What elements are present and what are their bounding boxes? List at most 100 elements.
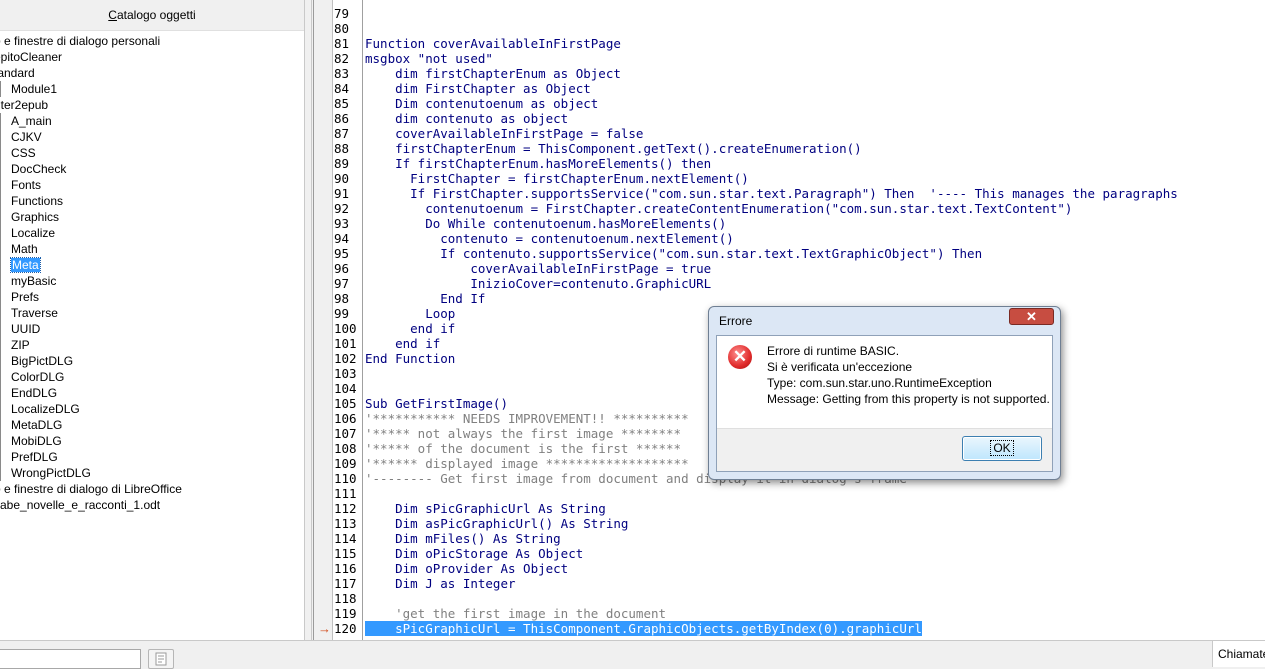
code-line[interactable]: Function coverAvailableInFirstPage <box>365 36 621 51</box>
line-number: 94 <box>334 231 350 246</box>
line-number: 120 <box>334 621 357 636</box>
tree-item[interactable]: Graphics <box>0 209 304 225</box>
code-line[interactable]: dim firstChapterEnum as Object <box>365 66 621 81</box>
tree-item[interactable]: myBasic <box>0 273 304 289</box>
tree-item[interactable]: A_main <box>0 113 304 129</box>
tree-item[interactable]: UUID <box>0 321 304 337</box>
code-line[interactable]: dim contenuto as object <box>365 111 568 126</box>
code-line[interactable]: Dim J as Integer <box>365 576 515 591</box>
code-line[interactable]: If firstChapterEnum.hasMoreElements() th… <box>365 156 711 171</box>
tree-item[interactable]: Math <box>0 241 304 257</box>
tree-item[interactable]: MobiDLG <box>0 433 304 449</box>
code-line[interactable]: '*********** NEEDS IMPROVEMENT!! *******… <box>365 411 689 426</box>
tree-item[interactable]: ColorDLG <box>0 369 304 385</box>
tree-item[interactable]: PrefDLG <box>0 449 304 465</box>
code-line[interactable]: '****** displayed image ****************… <box>365 456 689 471</box>
code-line[interactable]: Dim asPicGraphicUrl() As String <box>365 516 628 531</box>
code-line[interactable]: End Function <box>365 351 455 366</box>
dialog-footer: OK <box>717 428 1052 471</box>
code-line[interactable]: If contenuto.supportsService("com.sun.st… <box>365 246 982 261</box>
tree-branch-line <box>0 81 7 97</box>
tree-item[interactable]: riter2epub <box>0 97 304 113</box>
line-number: 113 <box>334 516 357 531</box>
tree-item[interactable]: Prefs <box>0 289 304 305</box>
error-message: Errore di runtime BASIC. Si è verificata … <box>767 343 1050 407</box>
code-line[interactable]: Dim sPicGraphicUrl As String <box>365 501 606 516</box>
watch-input[interactable] <box>0 649 141 669</box>
code-line[interactable]: dim FirstChapter as Object <box>365 81 591 96</box>
code-line[interactable]: InizioCover=contenuto.GraphicURL <box>365 276 711 291</box>
tree-item[interactable]: Localize <box>0 225 304 241</box>
code-line[interactable]: '***** of the document is the first ****… <box>365 441 681 456</box>
code-line[interactable]: msgbox "not used" <box>365 51 493 66</box>
tree-item[interactable]: WrongPictDLG <box>0 465 304 481</box>
code-line[interactable]: Dim mFiles() As String <box>365 531 561 546</box>
code-line[interactable]: Dim oPicStorage As Object <box>365 546 583 561</box>
tree-item-label: BigPictDLG <box>11 354 74 368</box>
code-line[interactable]: End If <box>365 291 485 306</box>
close-icon[interactable]: ✕ <box>1009 308 1054 325</box>
tree-item-label: Functions <box>11 194 64 208</box>
line-number: 81 <box>334 36 350 51</box>
line-number: 87 <box>334 126 350 141</box>
tree-item[interactable]: fiabe_novelle_e_racconti_1.odt <box>0 497 304 513</box>
breakpoint-strip[interactable] <box>314 0 333 640</box>
tree-item[interactable]: o e finestre di dialogo personali <box>0 33 304 49</box>
tree-item[interactable]: CJKV <box>0 129 304 145</box>
code-line[interactable]: FirstChapter = firstChapterEnum.nextElem… <box>365 171 749 186</box>
error-message-line: Errore di runtime BASIC. <box>767 344 900 358</box>
code-line[interactable]: Dim oProvider As Object <box>365 561 568 576</box>
edit-watch-button[interactable] <box>148 649 174 669</box>
tree-item[interactable]: ZIP <box>0 337 304 353</box>
code-line[interactable]: firstChapterEnum = ThisComponent.getText… <box>365 141 862 156</box>
tree-item-label: o e finestre di dialogo personali <box>0 34 161 48</box>
code-line[interactable]: coverAvailableInFirstPage = false <box>365 126 643 141</box>
code-line[interactable]: end if <box>365 321 455 336</box>
tree-item-label: MobiDLG <box>11 434 62 448</box>
tree-branch-line <box>0 177 7 193</box>
line-number: 118 <box>334 591 357 606</box>
tree-item[interactable]: Module1 <box>0 81 304 97</box>
tree-item[interactable]: MetaDLG <box>0 417 304 433</box>
tree-item-label: Graphics <box>11 210 60 224</box>
panel-splitter[interactable] <box>305 0 312 640</box>
tree-item[interactable]: BigPictDLG <box>0 353 304 369</box>
tree-item[interactable]: Fonts <box>0 177 304 193</box>
line-number: 100 <box>334 321 357 336</box>
tree-branch-line <box>0 129 7 145</box>
code-line[interactable]: 'get the first image in the document <box>365 606 666 621</box>
tree-item[interactable]: tandard <box>0 65 304 81</box>
code-line[interactable]: coverAvailableInFirstPage = true <box>365 261 711 276</box>
tree-item-label: riter2epub <box>0 98 49 112</box>
tree-item-label: Math <box>11 242 38 256</box>
tree-item-label: Fonts <box>11 178 42 192</box>
code-line[interactable]: If FirstChapter.supportsService("com.sun… <box>365 186 1178 201</box>
ok-button[interactable]: OK <box>962 436 1042 461</box>
tree-branch-line <box>0 369 7 385</box>
code-line[interactable]: contenuto = contenutoenum.nextElement() <box>365 231 734 246</box>
error-dialog: Errore ✕ ✕ Errore di runtime BASIC. Si è … <box>708 306 1061 480</box>
code-line[interactable]: Loop <box>365 306 455 321</box>
code-line[interactable]: '***** not always the first image ******… <box>365 426 681 441</box>
object-catalog-panel: Catalogo oggetti o e finestre di dialogo… <box>0 0 305 640</box>
tree-item[interactable]: Functions <box>0 193 304 209</box>
tree-item-label: o e finestre di dialogo di LibreOffice <box>0 482 182 496</box>
accelerator-char: C <box>108 8 117 22</box>
line-number-gutter: 79 80 81 82 83 84 85 86 87 88 89 90 91 92 93 94 95 96 97 98… <box>314 0 363 640</box>
tree-item[interactable]: o e finestre di dialogo di LibreOffice <box>0 481 304 497</box>
tree-item[interactable]: LocalizeDLG <box>0 401 304 417</box>
code-line[interactable]: Dim contenutoenum as object <box>365 96 598 111</box>
tree-item[interactable]: Traverse <box>0 305 304 321</box>
code-line[interactable]: Do While contenutoenum.hasMoreElements() <box>365 216 726 231</box>
code-line[interactable]: Sub GetFirstImage() <box>365 396 508 411</box>
tree-item[interactable]: EndDLG <box>0 385 304 401</box>
code-line[interactable]: sPicGraphicUrl = ThisComponent.GraphicOb… <box>365 621 922 636</box>
tree-item[interactable]: epitoCleaner <box>0 49 304 65</box>
tree-item[interactable]: CSS <box>0 145 304 161</box>
tree-item[interactable]: Meta <box>0 257 304 273</box>
tree-item-label: myBasic <box>11 274 57 288</box>
tree-item[interactable]: DocCheck <box>0 161 304 177</box>
code-line[interactable]: end if <box>365 336 440 351</box>
line-number: 103 <box>334 366 357 381</box>
code-line[interactable]: contenutoenum = FirstChapter.createConte… <box>365 201 1072 216</box>
